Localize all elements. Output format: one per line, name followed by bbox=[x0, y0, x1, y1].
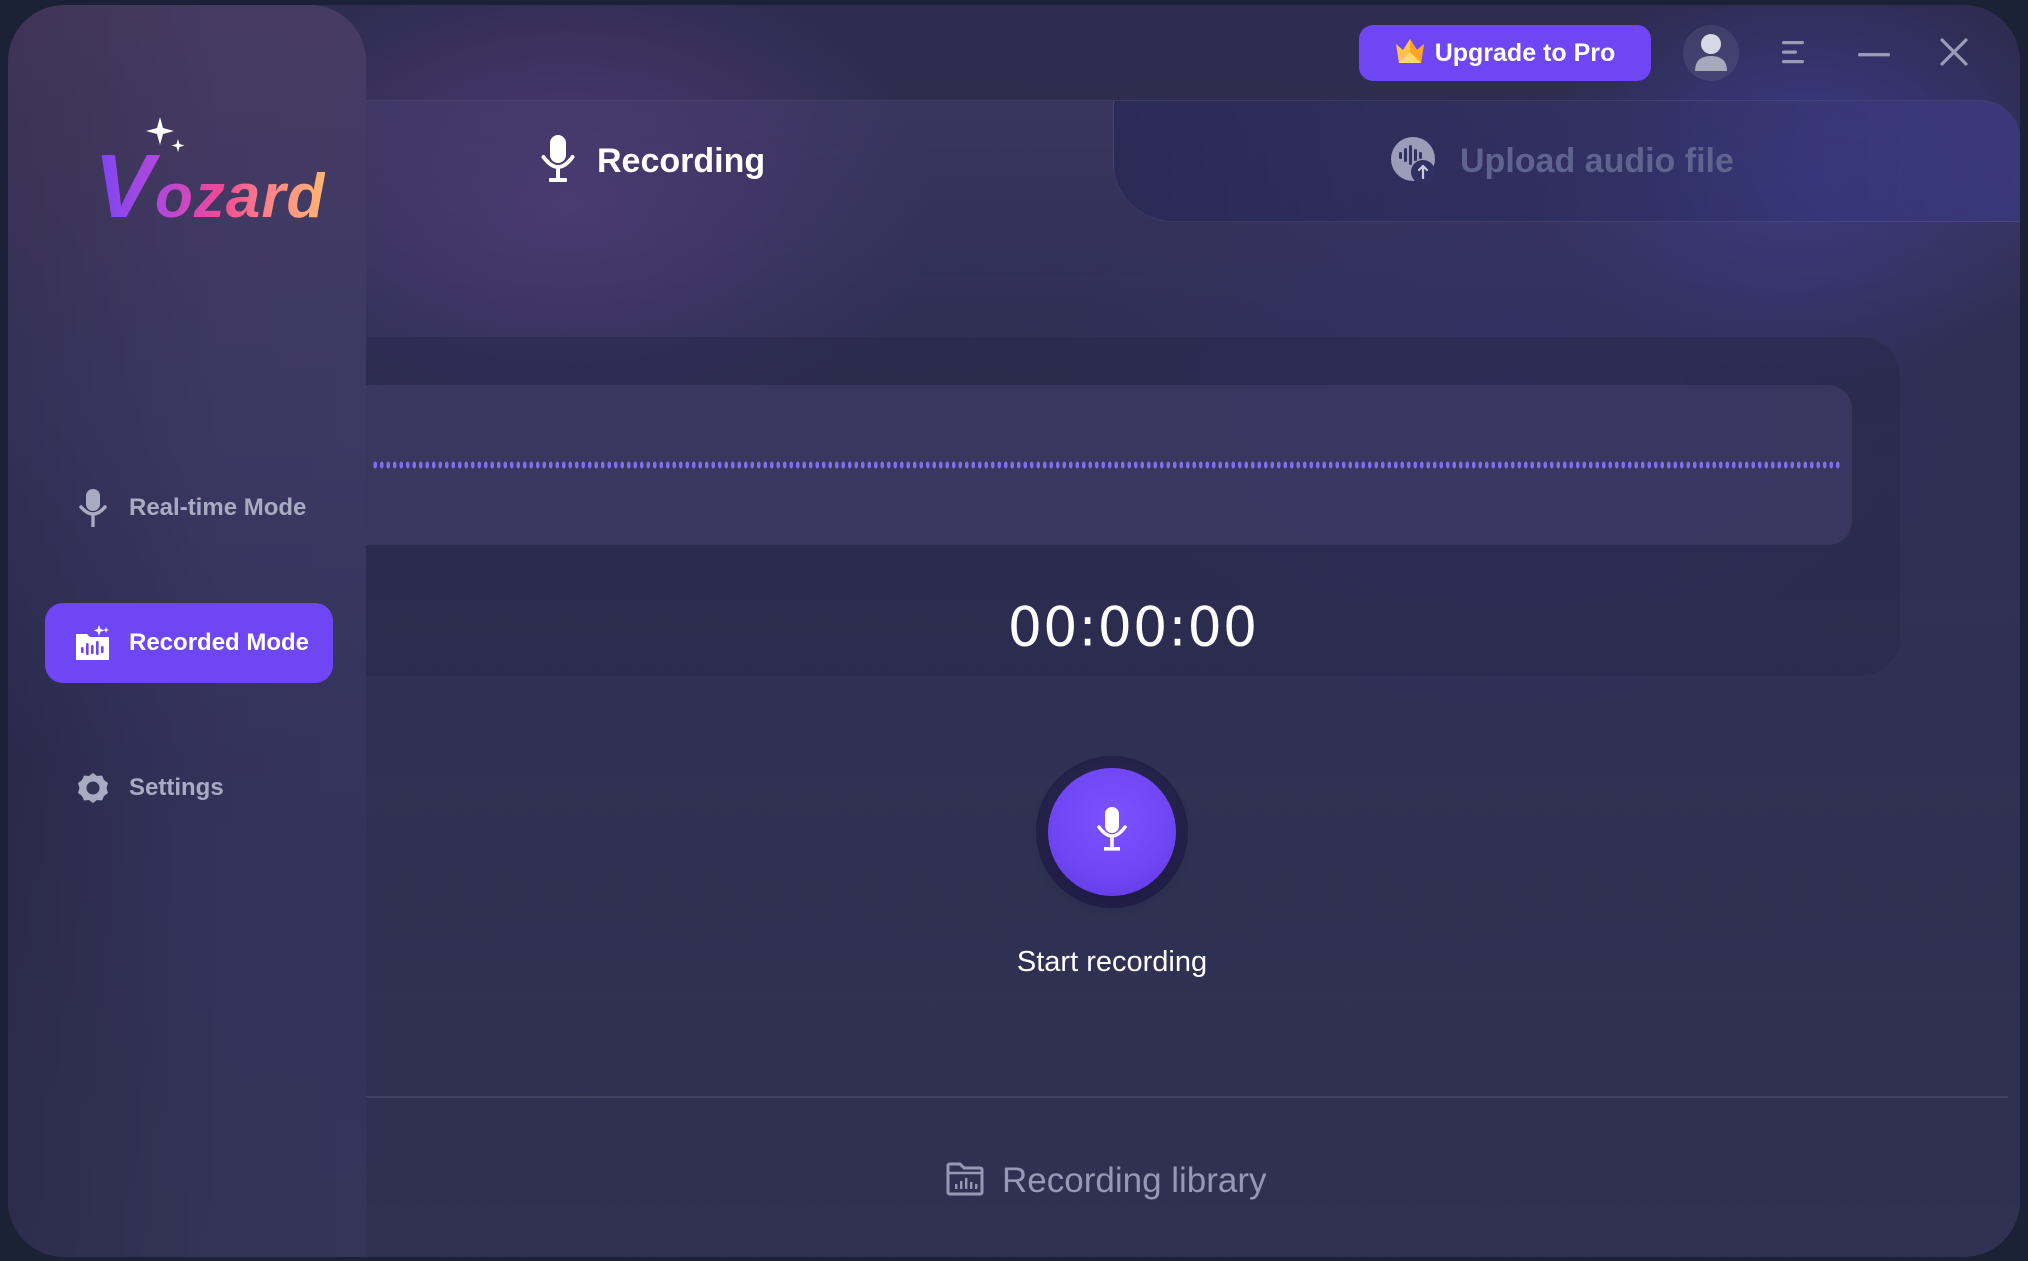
sidebar-item-realtime-mode[interactable]: Real-time Mode bbox=[45, 468, 333, 548]
app-logo: Vozard bbox=[94, 117, 314, 237]
microphone-icon bbox=[541, 134, 575, 188]
upgrade-label: Upgrade to Pro bbox=[1434, 38, 1616, 67]
logo-text: Vozard bbox=[94, 137, 326, 237]
close-icon bbox=[1940, 37, 1968, 71]
sidebar-item-settings[interactable]: Settings bbox=[45, 748, 333, 828]
main-panel: Recording Upload audio file 00:00:00 Sta… bbox=[366, 100, 2020, 1257]
microphone-icon bbox=[1096, 806, 1128, 858]
minimize-icon bbox=[1858, 45, 1890, 63]
user-avatar-icon bbox=[1693, 31, 1729, 76]
tab-upload-audio-file[interactable]: Upload audio file bbox=[1390, 101, 1734, 221]
waveform-card: 00:00:00 bbox=[366, 337, 1900, 676]
start-recording-button[interactable] bbox=[1048, 768, 1176, 896]
start-recording-label: Start recording bbox=[1016, 946, 1208, 978]
upload-audio-icon bbox=[1390, 136, 1436, 187]
close-button[interactable] bbox=[1932, 32, 1976, 76]
gear-icon bbox=[75, 770, 111, 806]
user-avatar-button[interactable] bbox=[1683, 25, 1739, 81]
tab-recording[interactable]: Recording bbox=[541, 101, 765, 221]
recording-library-label: Recording library bbox=[1002, 1161, 1267, 1200]
menu-button[interactable] bbox=[1772, 32, 1816, 76]
waveform-baseline bbox=[372, 461, 1842, 469]
divider bbox=[366, 1096, 2008, 1098]
sidebar-item-label: Real-time Mode bbox=[129, 494, 307, 521]
tab-label: Upload audio file bbox=[1460, 141, 1734, 180]
app-window: Vozard Real-time Mode Recorded Mode Sett… bbox=[8, 5, 2020, 1257]
sidebar-item-label: Recorded Mode bbox=[129, 629, 310, 656]
waveform-display bbox=[366, 385, 1852, 545]
sidebar: Vozard Real-time Mode Recorded Mode Sett… bbox=[8, 5, 366, 1257]
upgrade-to-pro-button[interactable]: Upgrade to Pro bbox=[1359, 25, 1651, 81]
tab-label: Recording bbox=[597, 141, 766, 180]
hamburger-menu-icon bbox=[1782, 39, 1806, 70]
microphone-icon bbox=[75, 489, 111, 527]
crown-icon bbox=[1395, 38, 1425, 69]
recording-library-link[interactable]: Recording library bbox=[946, 1156, 1267, 1206]
sidebar-item-label: Settings bbox=[129, 774, 224, 801]
sidebar-item-recorded-mode[interactable]: Recorded Mode bbox=[45, 603, 333, 683]
recording-timer: 00:00:00 bbox=[1007, 595, 1259, 659]
folder-chart-icon bbox=[946, 1162, 984, 1201]
minimize-button[interactable] bbox=[1852, 32, 1896, 76]
recorded-folder-icon bbox=[75, 625, 111, 661]
